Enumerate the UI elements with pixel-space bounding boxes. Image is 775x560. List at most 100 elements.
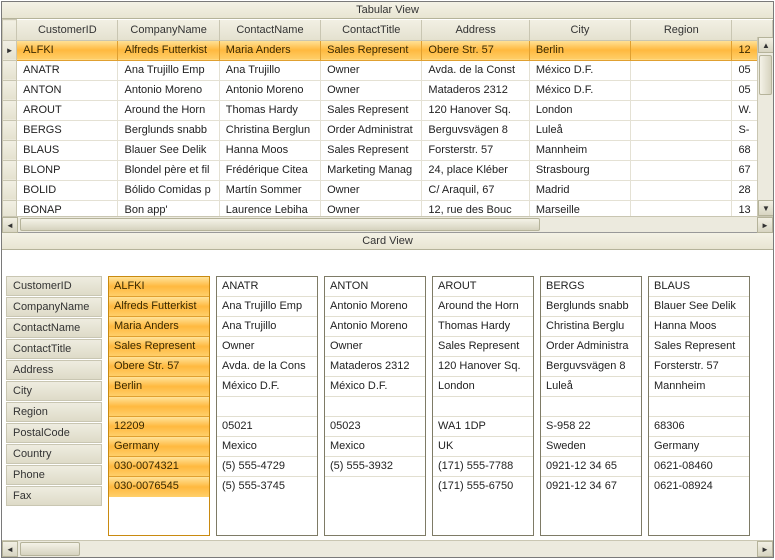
grid-cell[interactable]: Blauer See Delik — [118, 140, 219, 160]
card-cell[interactable] — [217, 397, 317, 417]
card-cell[interactable] — [433, 397, 533, 417]
grid-cell[interactable]: Bon app' — [118, 200, 219, 216]
card-cell[interactable]: 0921-12 34 65 — [541, 457, 641, 477]
grid-cell[interactable]: Forsterstr. 57 — [422, 140, 529, 160]
grid-cell[interactable]: 12, rue des Bouc — [422, 200, 529, 216]
card-cell[interactable]: Ana Trujillo Emp — [217, 297, 317, 317]
card-cell[interactable]: London — [433, 377, 533, 397]
grid-cell[interactable] — [631, 80, 732, 100]
grid-cell[interactable]: Owner — [321, 60, 422, 80]
grid-cell[interactable]: C/ Araquil, 67 — [422, 180, 529, 200]
card-cell[interactable]: Antonio Moreno — [325, 297, 425, 317]
card-cell[interactable]: Berlin — [109, 377, 209, 397]
card-cell[interactable] — [649, 397, 749, 417]
row-indicator[interactable] — [3, 60, 17, 80]
card-horizontal-scrollbar[interactable]: ◄ ► — [2, 540, 773, 557]
card-cell[interactable]: Sales Represent — [433, 337, 533, 357]
grid-cell[interactable]: Ana Trujillo — [219, 60, 320, 80]
grid-cell[interactable]: Order Administrat — [321, 120, 422, 140]
card-cell[interactable]: (5) 555-3745 — [217, 477, 317, 497]
scroll-left-icon[interactable]: ◄ — [2, 541, 18, 557]
vscroll-track[interactable] — [758, 53, 773, 200]
table-row[interactable]: BLAUSBlauer See DelikHanna MoosSales Rep… — [3, 140, 773, 160]
record-card[interactable]: BLAUSBlauer See DelikHanna MoosSales Rep… — [648, 276, 750, 536]
card-cell[interactable]: Thomas Hardy — [433, 317, 533, 337]
card-cell[interactable]: Antonio Moreno — [325, 317, 425, 337]
card-cell[interactable]: 68306 — [649, 417, 749, 437]
card-cell[interactable]: México D.F. — [217, 377, 317, 397]
hscroll-thumb[interactable] — [20, 218, 540, 231]
record-card[interactable]: ALFKIAlfreds FutterkistMaria AndersSales… — [108, 276, 210, 536]
grid-cell[interactable]: Blondel père et fil — [118, 160, 219, 180]
grid-cell[interactable]: Alfreds Futterkist — [118, 40, 219, 60]
card-cell[interactable]: Around the Horn — [433, 297, 533, 317]
card-cell[interactable]: ALFKI — [109, 277, 209, 297]
card-cell[interactable]: Mannheim — [649, 377, 749, 397]
card-cell[interactable]: (5) 555-3932 — [325, 457, 425, 477]
card-cell[interactable]: Owner — [217, 337, 317, 357]
scroll-right-icon[interactable]: ► — [757, 217, 773, 233]
card-cell[interactable]: WA1 1DP — [433, 417, 533, 437]
grid-cell[interactable]: Ana Trujillo Emp — [118, 60, 219, 80]
card-cell[interactable]: 12209 — [109, 417, 209, 437]
grid-cell[interactable]: Berlin — [529, 40, 630, 60]
table-row[interactable]: BONAPBon app'Laurence LebihaOwner12, rue… — [3, 200, 773, 216]
grid-cell[interactable]: México D.F. — [529, 80, 630, 100]
card-hscroll-thumb[interactable] — [20, 542, 80, 556]
grid-cell[interactable]: Laurence Lebiha — [219, 200, 320, 216]
grid-cell[interactable]: Hanna Moos — [219, 140, 320, 160]
grid-cell[interactable]: Frédérique Citea — [219, 160, 320, 180]
grid-cell[interactable]: ALFKI — [17, 40, 118, 60]
card-cell[interactable]: México D.F. — [325, 377, 425, 397]
card-cell[interactable]: Christina Berglu — [541, 317, 641, 337]
grid-cell[interactable]: Marketing Manag — [321, 160, 422, 180]
grid-cell[interactable] — [631, 200, 732, 216]
grid-cell[interactable]: Berglunds snabb — [118, 120, 219, 140]
row-indicator[interactable] — [3, 80, 17, 100]
column-header[interactable]: Region — [631, 20, 732, 41]
vscroll-thumb[interactable] — [759, 55, 772, 95]
grid-cell[interactable] — [631, 40, 732, 60]
grid-cell[interactable]: BERGS — [17, 120, 118, 140]
grid-cell[interactable]: Luleå — [529, 120, 630, 140]
card-cell[interactable]: Maria Anders — [109, 317, 209, 337]
grid-cell[interactable]: Bólido Comidas p — [118, 180, 219, 200]
column-header[interactable]: City — [529, 20, 630, 41]
column-header[interactable]: ContactName — [219, 20, 320, 41]
card-cell[interactable] — [325, 397, 425, 417]
card-cell[interactable]: S-958 22 — [541, 417, 641, 437]
hscroll-track[interactable] — [18, 217, 757, 232]
card-cell[interactable]: BLAUS — [649, 277, 749, 297]
row-indicator[interactable] — [3, 100, 17, 120]
table-row[interactable]: BLONPBlondel père et filFrédérique Citea… — [3, 160, 773, 180]
card-cell[interactable]: Order Administra — [541, 337, 641, 357]
card-cell[interactable]: 0921-12 34 67 — [541, 477, 641, 497]
table-row[interactable]: BERGSBerglunds snabbChristina BerglunOrd… — [3, 120, 773, 140]
grid-cell[interactable]: Mataderos 2312 — [422, 80, 529, 100]
card-cell[interactable]: Avda. de la Cons — [217, 357, 317, 377]
grid-cell[interactable]: ANATR — [17, 60, 118, 80]
card-hscroll-track[interactable] — [18, 541, 757, 557]
card-cell[interactable]: 05021 — [217, 417, 317, 437]
row-indicator[interactable] — [3, 140, 17, 160]
grid-cell[interactable]: Marseille — [529, 200, 630, 216]
card-cell[interactable]: 0621-08924 — [649, 477, 749, 497]
card-cell[interactable] — [541, 397, 641, 417]
grid-cell[interactable]: México D.F. — [529, 60, 630, 80]
card-cell[interactable]: Sales Represent — [649, 337, 749, 357]
row-indicator[interactable] — [3, 160, 17, 180]
card-cell[interactable]: Obere Str. 57 — [109, 357, 209, 377]
grid-cell[interactable]: Mannheim — [529, 140, 630, 160]
grid-cell[interactable]: Antonio Moreno — [219, 80, 320, 100]
grid-scroll-area[interactable]: CustomerIDCompanyNameContactNameContactT… — [2, 19, 773, 216]
grid-vertical-scrollbar[interactable]: ▲ ▼ — [757, 37, 773, 216]
card-cell[interactable]: Sales Represent — [109, 337, 209, 357]
card-cell[interactable]: Berguvsvägen 8 — [541, 357, 641, 377]
grid-cell[interactable]: BOLID — [17, 180, 118, 200]
grid-cell[interactable]: Sales Represent — [321, 100, 422, 120]
record-card[interactable]: ANATRAna Trujillo EmpAna TrujilloOwnerAv… — [216, 276, 318, 536]
scroll-right-icon[interactable]: ► — [757, 541, 773, 557]
card-cell[interactable]: Mexico — [325, 437, 425, 457]
grid-cell[interactable] — [631, 160, 732, 180]
card-cell[interactable]: ANATR — [217, 277, 317, 297]
